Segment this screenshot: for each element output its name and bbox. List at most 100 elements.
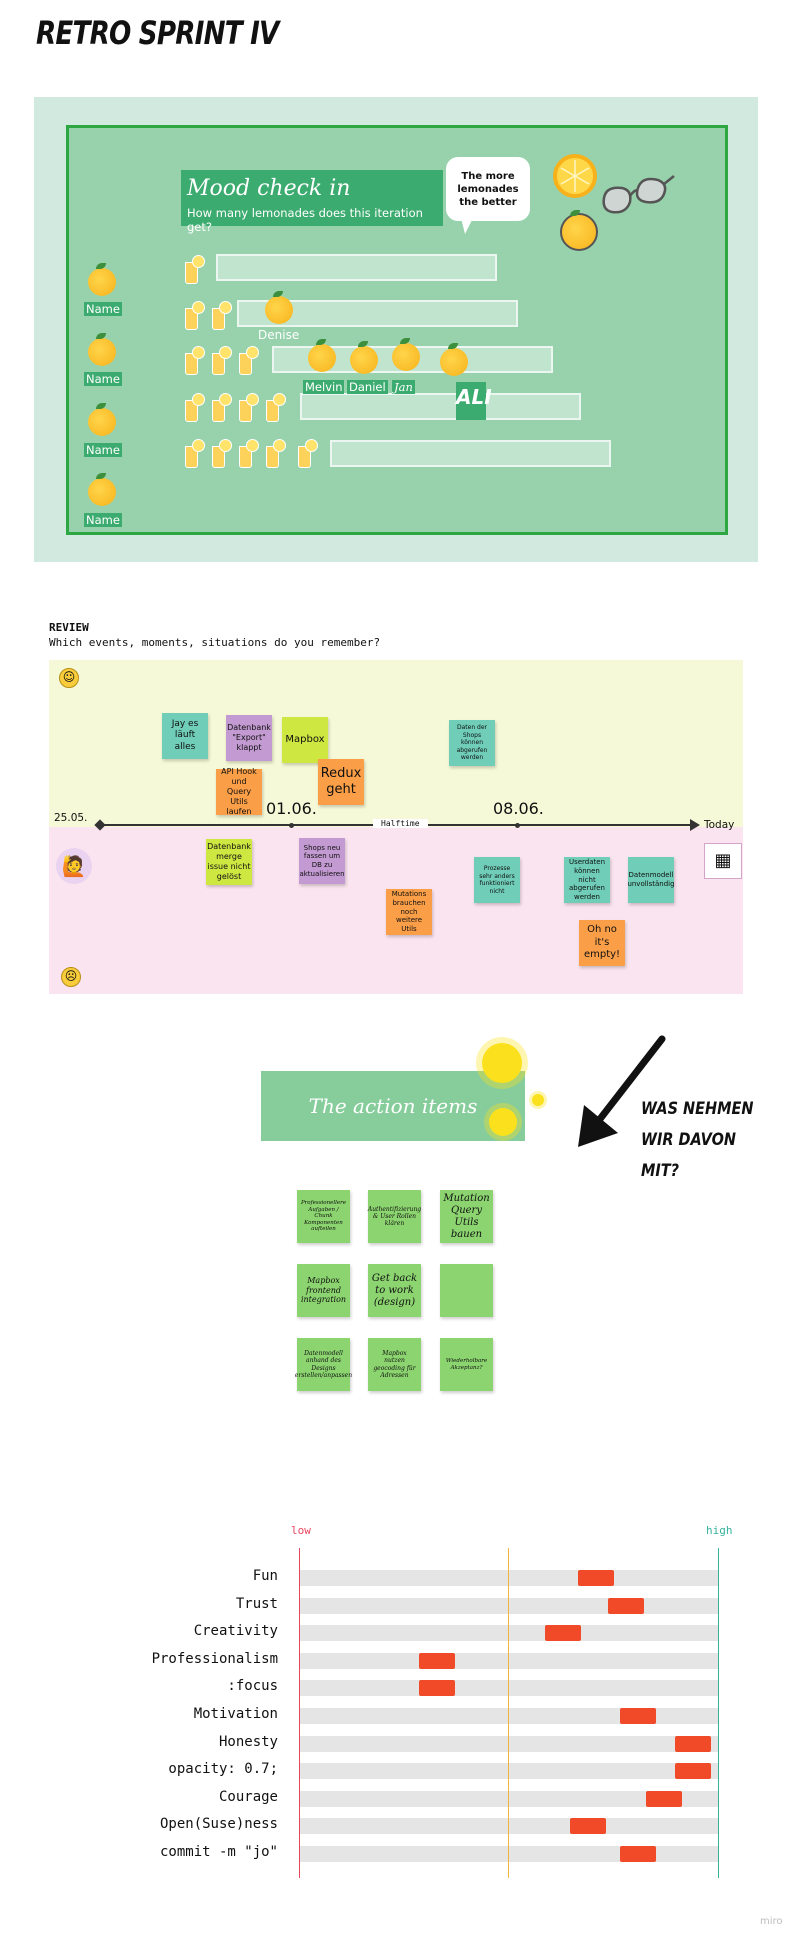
review-sticky-note[interactable]: Prozesse sehr anders funktioniert nicht <box>474 857 520 903</box>
action-item-sticky[interactable]: Mutation Query Utils bauen <box>440 1190 493 1243</box>
lemonade-glass-icon <box>212 439 232 468</box>
person-name[interactable]: ALI <box>456 382 492 420</box>
speech-bubble: The more lemonades the better <box>446 157 530 221</box>
lemonade-glass-icon <box>239 393 259 422</box>
value-label: Creativity <box>193 1623 278 1640</box>
action-item-sticky[interactable]: Get back to work (design) <box>368 1264 421 1317</box>
timeline-date: 08.06. <box>493 799 544 818</box>
review-sticky-note[interactable]: API Hook und Query Utils laufen <box>216 767 262 816</box>
lemon-icon <box>440 343 468 376</box>
review-sticky-note[interactable]: Datenbank "Export" klappt <box>226 715 272 761</box>
value-marker[interactable] <box>607 1597 644 1614</box>
review-sticky-note[interactable]: Oh no it's empty! <box>579 920 625 966</box>
name-tag[interactable]: Name <box>84 443 122 457</box>
takeaway-line: WAS NEHMEN <box>641 1099 754 1119</box>
review-sticky-note[interactable]: Datenmodell unvollständig <box>627 857 675 903</box>
lemonade-glass-icon <box>266 439 286 468</box>
lemon-icon <box>265 291 293 324</box>
action-item-sticky[interactable] <box>440 1264 493 1317</box>
action-item-sticky[interactable]: Mapbox nutzen geocoding für Adressen <box>368 1338 421 1391</box>
sunglasses-icon <box>598 172 676 228</box>
review-sticky-note[interactable]: Mutations brauchen noch weitere Utils <box>386 889 432 935</box>
timeline-arrowhead <box>690 819 700 831</box>
mid-line <box>508 1548 509 1878</box>
lemonade-glass-icon <box>239 346 259 375</box>
value-marker[interactable] <box>578 1570 615 1586</box>
lemonade-glass-icon <box>185 301 205 330</box>
value-marker[interactable] <box>419 1652 456 1669</box>
value-marker[interactable] <box>544 1625 581 1642</box>
action-item-sticky[interactable]: Authentifizierung & User Rollen klären <box>368 1190 421 1243</box>
lemon-icon <box>88 403 116 436</box>
lemonade-glass-icon <box>266 393 286 422</box>
action-item-sticky[interactable]: Mapbox frontend integration <box>297 1264 350 1317</box>
calendar-icon: ▦ <box>704 843 742 879</box>
lemonade-glass-icon <box>212 393 232 422</box>
mood-heading: Mood check in <box>187 176 351 201</box>
review-sticky-note[interactable]: Datenbank merge issue nicht gelöst <box>206 839 252 885</box>
miro-watermark: miro <box>760 1916 783 1927</box>
review-sticky-note[interactable]: Userdaten können nicht abgerufen werden <box>564 857 610 903</box>
value-label: commit -m "jo" <box>159 1844 278 1860</box>
value-marker[interactable] <box>620 1846 657 1862</box>
timeline-tick <box>289 823 294 828</box>
value-label: Trust <box>235 1595 278 1612</box>
lemonade-glass-icon <box>298 439 318 468</box>
person-name[interactable]: Daniel <box>347 380 388 394</box>
review-sticky-note[interactable]: Shops neu fassen um DB zu aktualisieren <box>299 838 345 884</box>
review-sticky-note[interactable]: Jay es läuft alles <box>162 713 208 759</box>
high-label: high <box>706 1524 733 1537</box>
person-name[interactable]: Denise <box>258 328 299 342</box>
review-sticky-note[interactable]: Daten der Shops können abgerufen werden <box>449 720 495 766</box>
value-marker[interactable] <box>674 1763 711 1780</box>
happy-face-icon: ☺ <box>59 668 79 688</box>
lemonade-glass-icon <box>185 393 205 422</box>
person-name[interactable]: Jan <box>392 380 415 394</box>
positive-band <box>49 660 743 827</box>
value-label: Fun <box>252 1568 278 1584</box>
lemon-icon <box>308 339 336 372</box>
takeaway-line: WIR DAVON <box>641 1130 736 1150</box>
value-marker[interactable] <box>570 1818 607 1835</box>
timeline-start-date: 25.05. <box>54 812 88 824</box>
value-marker[interactable] <box>645 1790 682 1807</box>
sad-face-icon: ☹ <box>61 967 81 987</box>
value-marker[interactable] <box>620 1708 657 1724</box>
takeaway-caption: WAS NEHMEN WIR DAVON MIT? <box>641 1094 753 1187</box>
board-title: RETRO SPRINT IV <box>36 14 279 52</box>
action-item-sticky[interactable]: Datenmodell anhand des Designs erstellen… <box>295 1338 352 1391</box>
mood-bar-1[interactable] <box>216 254 497 281</box>
mood-bar-4[interactable] <box>300 393 581 420</box>
sun-icon <box>532 1094 544 1106</box>
action-item-sticky[interactable]: Professionellere Aufgaben / Chunk Kompon… <box>297 1190 350 1243</box>
speech-bubble-tail <box>461 218 473 234</box>
takeaway-line: MIT? <box>641 1161 679 1181</box>
value-label: Honesty <box>218 1733 278 1750</box>
name-tag[interactable]: Name <box>84 372 122 386</box>
mood-subheading: How many lemonades does this iteration g… <box>187 206 423 234</box>
action-item-sticky[interactable]: Wiederholbare Akzeptanz? <box>440 1338 493 1391</box>
review-heading: REVIEW <box>49 621 89 634</box>
lemon-icon <box>560 210 598 251</box>
mood-banner: Mood check in How many lemonades does th… <box>181 170 443 234</box>
person-name[interactable]: Melvin <box>303 380 345 394</box>
value-marker[interactable] <box>674 1735 711 1752</box>
lemon-icon <box>88 333 116 366</box>
lemonade-glass-icon <box>185 255 205 284</box>
value-marker[interactable] <box>419 1680 456 1697</box>
mood-bar-5[interactable] <box>330 440 611 467</box>
review-sticky-note[interactable]: Redux geht <box>318 759 364 805</box>
value-label: Courage <box>218 1788 278 1805</box>
timeline-tick <box>515 823 520 828</box>
character-icon: 🙋 <box>56 848 92 884</box>
lemonade-glass-icon <box>212 346 232 375</box>
name-tag[interactable]: Name <box>84 513 122 527</box>
sun-icon <box>482 1043 522 1083</box>
lemonade-glass-icon <box>212 301 232 330</box>
lemonade-glass-icon <box>185 439 205 468</box>
lemon-icon <box>392 338 420 371</box>
review-sticky-note[interactable]: Mapbox <box>282 717 328 763</box>
value-label: Motivation <box>193 1706 278 1722</box>
lemon-slice-icon <box>553 154 597 198</box>
name-tag[interactable]: Name <box>84 302 122 316</box>
